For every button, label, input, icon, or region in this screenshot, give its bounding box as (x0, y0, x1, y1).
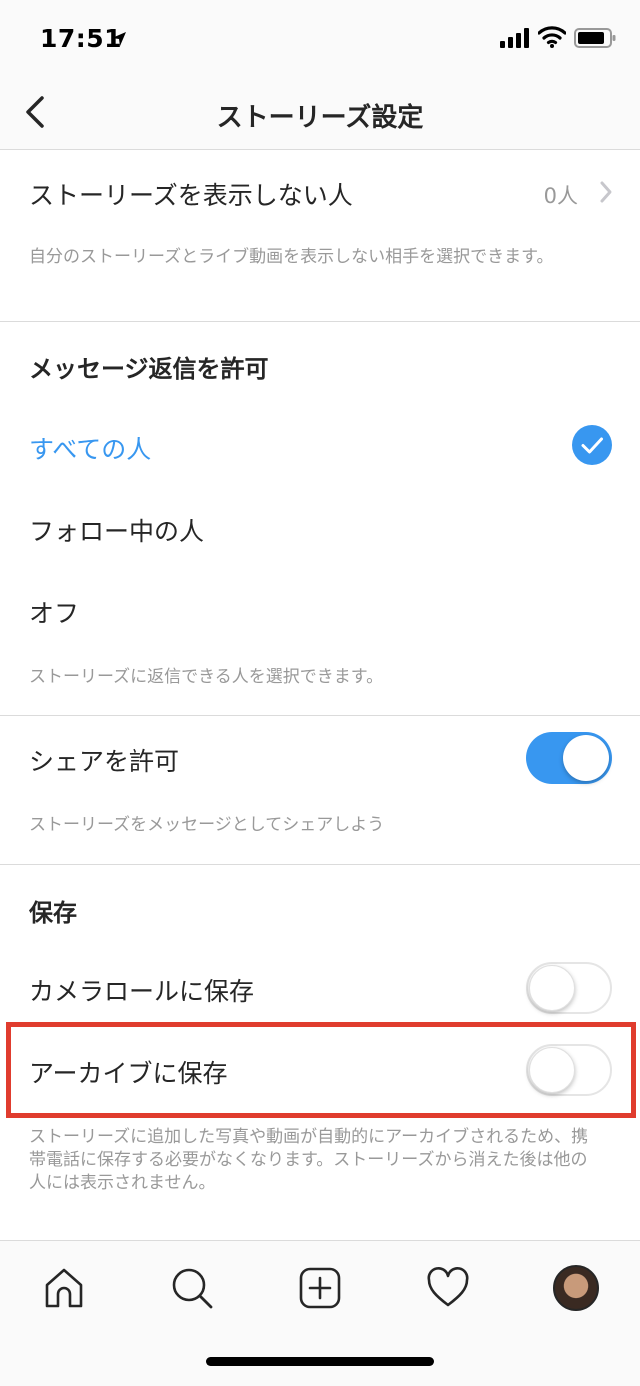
hide-story-row[interactable]: ストーリーズを表示しない人 0人 (0, 150, 640, 234)
camera-roll-label: カメラロールに保存 (29, 977, 255, 1006)
hide-story-label: ストーリーズを表示しない人 (29, 181, 353, 210)
hide-story-description: 自分のストーリーズとライブ動画を表示しない相手を選択できます。 (29, 247, 554, 267)
reply-option-label: すべての人 (29, 435, 152, 464)
allow-sharing-row: シェアを許可 (0, 716, 640, 800)
save-to-camera-roll-row: カメラロールに保存 (0, 946, 640, 1030)
bottom-tab-bar (0, 1240, 640, 1386)
cellular-signal-icon (500, 28, 529, 48)
sharing-description: ストーリーズをメッセージとしてシェアしよう (29, 815, 385, 835)
reply-option-label: フォロー中の人 (29, 517, 205, 546)
home-indicator (206, 1357, 434, 1366)
saving-description: ストーリーズに追加した写真や動画が自動的にアーカイブされるため、携帯電話に保存す… (29, 1127, 589, 1193)
hide-story-count: 0人 (543, 184, 578, 208)
message-replies-title: メッセージ返信を許可 (29, 355, 269, 383)
search-icon[interactable] (170, 1266, 214, 1310)
reply-option-everyone[interactable]: すべての人 (0, 404, 640, 486)
section-divider (0, 864, 640, 865)
check-circle-icon (572, 425, 612, 465)
location-arrow-icon (112, 32, 126, 46)
add-post-icon[interactable] (298, 1266, 342, 1310)
toggle-knob (563, 735, 609, 781)
profile-avatar[interactable] (553, 1265, 599, 1311)
highlight-annotation-box (6, 1022, 636, 1118)
home-icon[interactable] (42, 1266, 86, 1310)
reply-option-off[interactable]: オフ (0, 568, 640, 650)
activity-heart-icon[interactable] (426, 1266, 470, 1310)
reply-option-following[interactable]: フォロー中の人 (0, 486, 640, 568)
section-divider (0, 321, 640, 322)
allow-sharing-toggle[interactable] (526, 732, 612, 784)
message-replies-description: ストーリーズに返信できる人を選択できます。 (29, 667, 384, 687)
chevron-right-icon (600, 181, 612, 203)
page-title: ストーリーズ設定 (216, 103, 424, 133)
reply-option-label: オフ (29, 599, 80, 628)
status-bar: 17:51 (0, 0, 640, 76)
camera-roll-toggle[interactable] (526, 962, 612, 1014)
battery-icon (574, 28, 616, 48)
wifi-icon (538, 26, 566, 48)
saving-title: 保存 (29, 899, 77, 927)
navigation-bar: ストーリーズ設定 (0, 76, 640, 150)
allow-sharing-label: シェアを許可 (29, 747, 180, 776)
toggle-knob (529, 965, 575, 1011)
